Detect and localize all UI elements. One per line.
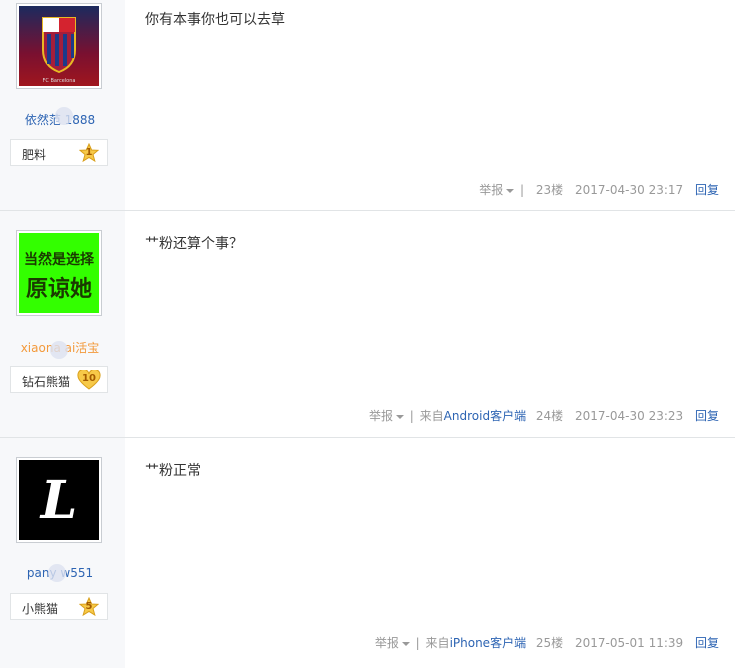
post-tail: 举报 | 来自Android客户端 24楼 2017-04-30 23:23 回… [369,407,719,424]
badge-name: 钻石熊猫 [22,375,71,389]
post-floor-23: FC Barcelona 依然范 1888 肥料 1 你有本事你也可以去草 举报… [0,0,735,211]
floor-number: 25楼 [535,636,564,650]
member-badge[interactable]: 钻石熊猫 10 [10,366,108,393]
post-content: 艹粉正常 [145,463,201,479]
svg-text:FC Barcelona: FC Barcelona [43,78,76,84]
redaction-blur [48,564,66,582]
post-content: 你有本事你也可以去草 [145,12,285,28]
report-button[interactable]: 举报 [375,636,410,650]
report-button[interactable]: 举报 [479,183,515,197]
badge-level: 10 [82,373,96,384]
divider: | [409,409,414,423]
post-content: 艹粉还算个事？ [145,236,243,252]
author-sidebar: 当然是选择 原谅她 xiaona ai活宝 钻石熊猫 10 [0,211,125,437]
level-heart-icon: 10 [77,370,101,390]
post-time: 2017-04-30 23:17 [575,183,684,197]
badge-level: 5 [85,601,93,612]
chevron-down-icon [395,414,404,419]
death-note-l-icon: L [40,470,78,531]
post-floor-25: L pany w551 小熊猫 5 艹粉正常 举报 | 来自iPhone客户端 … [0,438,735,668]
avatar[interactable]: L [16,457,102,543]
chevron-down-icon [401,641,410,646]
report-button[interactable]: 举报 [369,409,404,423]
badge-level: 1 [85,147,93,158]
post-tail: 举报 | 23楼 2017-04-30 23:17 回复 [479,181,719,198]
author-sidebar: FC Barcelona 依然范 1888 肥料 1 [0,0,125,210]
post-tail: 举报 | 来自iPhone客户端 25楼 2017-05-01 11:39 回复 [375,634,719,651]
post-time: 2017-05-01 11:39 [575,636,684,650]
divider: | [520,183,525,197]
badge-name: 肥料 [22,148,47,162]
redaction-blur [55,107,73,125]
floor-number: 24楼 [535,409,564,423]
divider: | [415,636,420,650]
post-time: 2017-04-30 23:23 [575,409,684,423]
avatar-text-line1: 当然是选择 [24,252,94,268]
level-star-icon: 5 [79,597,99,617]
avatar-text-line2: 原谅她 [25,277,92,302]
member-badge[interactable]: 小熊猫 5 [10,593,108,620]
badge-name: 小熊猫 [22,602,59,616]
author-sidebar: L pany w551 小熊猫 5 [0,438,125,668]
reply-button[interactable]: 回复 [695,409,719,423]
avatar[interactable]: 当然是选择 原谅她 [16,230,102,316]
post-source: 来自iPhone客户端 [425,636,527,650]
floor-number: 23楼 [535,183,564,197]
avatar[interactable]: FC Barcelona [16,3,102,89]
level-star-icon: 1 [79,143,99,163]
reply-button[interactable]: 回复 [695,636,719,650]
member-badge[interactable]: 肥料 1 [10,139,108,166]
post-floor-24: 当然是选择 原谅她 xiaona ai活宝 钻石熊猫 10 艹粉还算个事？ 举报… [0,211,735,438]
post-source: 来自Android客户端 [419,409,527,423]
client-source-link[interactable]: iPhone客户端 [450,636,527,650]
redaction-blur [50,341,68,359]
chevron-down-icon [506,188,515,193]
reply-button[interactable]: 回复 [695,183,719,197]
fc-barcelona-crest-icon: FC Barcelona [42,17,76,84]
client-source-link[interactable]: Android客户端 [444,409,526,423]
